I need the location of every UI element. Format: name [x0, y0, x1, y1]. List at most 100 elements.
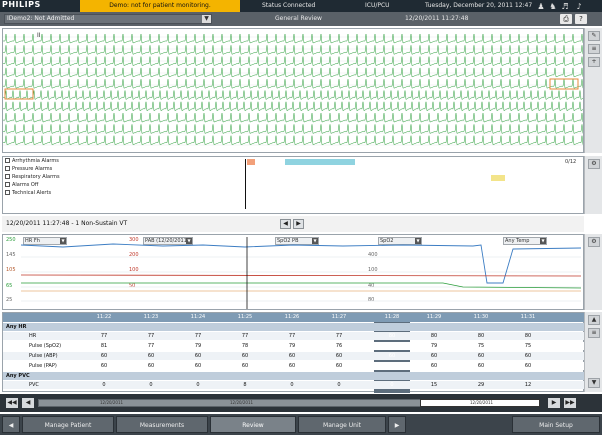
settings-icon[interactable]: ⚙ — [588, 237, 600, 247]
step-forward-button[interactable]: ▶ — [548, 398, 560, 408]
table-cell: 76 — [335, 343, 343, 349]
trend-panel[interactable]: HR Fh ▼ PAB (12/20/2011) ▼ SpO2 PB ▼ SpO2 ▼ … — [2, 234, 584, 310]
table-cell: 60 — [335, 353, 343, 359]
table-side-tools: ▲ ≡ ▼ — [584, 312, 602, 392]
table-cell: 77 — [147, 343, 155, 349]
settings-icon[interactable]: ⚙ — [588, 159, 600, 169]
checkbox[interactable] — [5, 166, 10, 171]
table-cell: 80 — [388, 333, 396, 339]
ecg-trace — [3, 124, 583, 134]
help-icon[interactable]: ? — [575, 14, 587, 24]
menu-review[interactable]: Review — [210, 416, 296, 433]
alarm-row[interactable]: Respiratory Alarms — [5, 174, 60, 181]
column-header: 11:25 — [237, 314, 253, 320]
menu-manage-patient[interactable]: Manage Patient — [22, 416, 114, 433]
column-header: 11:24 — [190, 314, 206, 320]
speaker-icon[interactable]: ♪ — [574, 2, 584, 12]
app-root: PHILIPS Demo: not for patient monitoring… — [0, 0, 602, 435]
ecg-lead-label: II — [37, 32, 41, 39]
menu-main-setup[interactable]: Main Setup — [512, 416, 600, 433]
chevron-down-icon[interactable]: ▼ — [202, 15, 211, 23]
menu-scroll-right[interactable]: ▶ — [388, 416, 406, 433]
spo2-trend-line — [20, 243, 582, 284]
scroll-down-icon[interactable]: ▼ — [588, 378, 600, 388]
checkbox[interactable] — [5, 190, 10, 195]
table-cell: 60 — [147, 353, 155, 359]
table-cell: 60 — [100, 353, 108, 359]
menu-manage-unit[interactable]: Manage Unit — [298, 416, 386, 433]
table-cell: 12 — [524, 382, 532, 388]
checkbox[interactable] — [5, 174, 10, 179]
ecg-trace — [3, 33, 583, 44]
alarm-summary-panel: Arrhythmia Alarms Pressure Alarms Respir… — [2, 156, 584, 214]
brand-logo: PHILIPS — [2, 0, 41, 9]
fast-forward-button[interactable]: ▶▶ — [564, 398, 576, 408]
alarm-bar — [247, 159, 255, 165]
alarm-row[interactable]: Alarms Off — [5, 182, 38, 189]
table-cell: 60 — [388, 353, 396, 359]
person-walking-icon[interactable]: ♟ — [536, 2, 546, 12]
alarm-row[interactable]: Pressure Alarms — [5, 166, 52, 173]
table-cell: 8 — [243, 382, 247, 388]
table-cell: 77 — [288, 333, 296, 339]
row-label: Pulse (ABP) — [29, 353, 58, 359]
ecg-trace — [3, 135, 583, 146]
ecg-waveforms: II — [3, 32, 583, 146]
table-row[interactable]: Pulse (ABP) 60 60 60 60 60 60 60 60 60 60 — [3, 352, 585, 360]
row-label: HR — [29, 333, 37, 339]
filter-icon[interactable]: ≡ — [588, 328, 600, 338]
table-cell: 60 — [241, 353, 249, 359]
checkbox[interactable] — [5, 158, 10, 163]
trend-chart — [20, 237, 582, 309]
table-cell: 29 — [477, 382, 485, 388]
table-cell: 79 — [194, 343, 202, 349]
table-cell: 0 — [390, 382, 394, 388]
menu-scroll-left[interactable]: ◀ — [2, 416, 20, 433]
step-back-button[interactable]: ◀ — [22, 398, 34, 408]
alarm-row[interactable]: Arrhythmia Alarms — [5, 158, 59, 165]
column-header: 11:26 — [284, 314, 300, 320]
section-header[interactable]: Any HR — [3, 323, 585, 331]
ecg-waveform-panel[interactable]: II — [2, 28, 584, 153]
ecg-trace — [3, 101, 583, 112]
layers-icon[interactable]: ≡ — [588, 44, 600, 54]
table-row[interactable]: PVC 0 0 0 8 0 0 0 15 29 12 — [3, 381, 585, 389]
table-cell: 77 — [100, 333, 108, 339]
column-header: 11:29 — [426, 314, 442, 320]
checkbox[interactable] — [5, 182, 10, 187]
clock-datetime: Tuesday, December 20, 2011 12:47 — [425, 2, 533, 9]
prev-event-button[interactable]: ◀ — [280, 219, 291, 229]
people-icon[interactable]: ♞ — [548, 2, 558, 12]
table-cell: 60 — [388, 363, 396, 369]
next-event-button[interactable]: ▶ — [293, 219, 304, 229]
section-header[interactable]: Any PVC — [3, 372, 585, 380]
menu-measurements[interactable]: Measurements — [116, 416, 208, 433]
column-header: 11:27 — [331, 314, 347, 320]
zoom-icon[interactable]: + — [588, 57, 600, 67]
table-row[interactable]: Pulse (SpO2) 81 77 79 78 79 76 77 79 75 75 — [3, 342, 585, 350]
patient-select[interactable]: IDemo2: Not Admitted ▼ — [4, 14, 212, 24]
print-icon[interactable]: ⎙ — [560, 14, 572, 24]
table-header: 11:22 11:23 11:24 11:25 11:26 11:27 11:2… — [3, 313, 585, 322]
table-cell: 60 — [430, 363, 438, 369]
table-cell: 60 — [241, 363, 249, 369]
event-label: 12/20/2011 11:27:48 - 1 Non-Sustain VT — [6, 220, 128, 227]
table-cell: 60 — [335, 363, 343, 369]
row-label: Pulse (SpO2) — [29, 343, 62, 349]
ecg-trace — [3, 45, 583, 55]
alarm-row[interactable]: Technical Alerts — [5, 190, 51, 197]
cursor-line — [245, 159, 246, 209]
bell-icon[interactable]: ♬ — [560, 2, 570, 12]
row-label: Pulse (PAP) — [29, 363, 57, 369]
edit-icon[interactable]: ✎ — [588, 31, 600, 41]
scroll-up-icon[interactable]: ▲ — [588, 315, 600, 325]
vitals-table: 11:22 11:23 11:24 11:25 11:26 11:27 11:2… — [2, 312, 585, 393]
column-header: 11:30 — [473, 314, 489, 320]
table-row[interactable]: HR 77 77 77 77 77 77 80 80 80 80 — [3, 332, 585, 340]
table-row[interactable]: Pulse (PAP) 60 60 60 60 60 60 60 60 60 60 — [3, 362, 585, 370]
table-cell: 77 — [388, 343, 396, 349]
table-cell: 77 — [147, 333, 155, 339]
rewind-button[interactable]: ◀◀ — [6, 398, 18, 408]
column-header: 11:28 — [384, 314, 400, 320]
patient-select-value: IDemo2: Not Admitted — [7, 15, 75, 22]
